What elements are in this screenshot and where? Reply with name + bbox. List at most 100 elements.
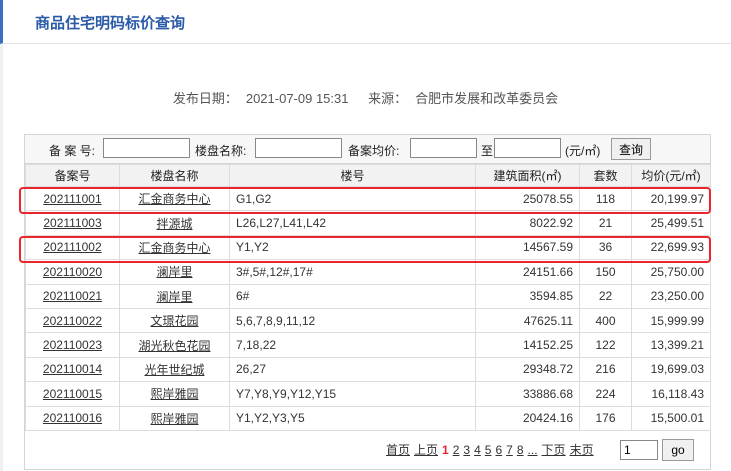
price-from-input[interactable] — [410, 138, 477, 158]
cell-building: 3#,5#,12#,17# — [229, 259, 476, 285]
last-page-link[interactable]: 末页 — [570, 443, 594, 457]
table-row: 202110015 熙岸雅园 Y7,Y8,Y9,Y12,Y15 33886.68 224… — [25, 381, 711, 407]
publish-meta: 发布日期： 2021-07-09 15:31 来源： 合肥市发展和改革委员会 — [0, 88, 731, 107]
date-label: 发布日期： — [172, 91, 238, 106]
next-page-link[interactable]: 下页 — [542, 443, 566, 457]
page-title: 商品住宅明码标价查询 — [35, 14, 186, 32]
table-row: 202110014 光年世纪城 26,27 29348.72 216 19,699.03 — [25, 356, 711, 383]
table-row: 202110022 文璟花园 5,6,7,8,9,11,12 47625.11 400 1… — [25, 307, 711, 334]
cell-units: 122 — [579, 332, 632, 358]
record-no-input[interactable] — [103, 138, 190, 158]
project-name-link[interactable]: 拌源城 — [156, 217, 192, 231]
table-row: 202110023 湖光秋色花园 7,18,22 14152.25 122 13,399.… — [25, 332, 711, 358]
project-name-link[interactable]: 湖光秋色花园 — [138, 339, 210, 353]
record-no-link[interactable]: 202110022 — [43, 314, 102, 328]
project-name-link[interactable]: 熙岸雅园 — [150, 387, 198, 401]
left-divider — [0, 44, 3, 471]
record-no-link[interactable]: 202110014 — [43, 362, 102, 376]
page-link[interactable]: 8 — [517, 443, 524, 457]
cell-name: 湖光秋色花园 — [119, 332, 230, 358]
col-building: 楼号 — [229, 164, 476, 187]
source-label: 来源： — [368, 91, 408, 106]
unit-label: (元/㎡) — [565, 144, 601, 158]
pagination: 首页上页 12345678... 下页末页 go — [386, 439, 694, 461]
page-link[interactable]: 7 — [506, 443, 513, 457]
cell-area: 14152.25 — [475, 332, 580, 358]
cell-avg-price: 25,499.51 — [631, 210, 711, 236]
table-header-row: 备案号 楼盘名称 楼号 建筑面积(㎡) 套数 均价(元/㎡) — [25, 164, 711, 187]
cell-avg-price: 19,699.03 — [631, 356, 711, 383]
publish-date: 发布日期： 2021-07-09 15:31 — [169, 91, 353, 106]
cell-name: 光年世纪城 — [119, 356, 230, 383]
current-page: 1 — [442, 443, 449, 457]
price-to-input[interactable] — [494, 138, 561, 158]
prev-page-link[interactable]: 上页 — [414, 443, 438, 457]
col-avg-price: 均价(元/㎡) — [631, 164, 711, 187]
cell-record-no: 202110020 — [25, 259, 120, 285]
page-link[interactable]: 3 — [463, 443, 470, 457]
go-button[interactable]: go — [662, 439, 694, 461]
cell-avg-price: 23,250.00 — [631, 283, 711, 309]
cell-area: 24151.66 — [475, 259, 580, 285]
page-link[interactable]: 5 — [485, 443, 492, 457]
record-no-link[interactable]: 202111003 — [43, 216, 101, 230]
cell-avg-price: 15,500.01 — [631, 405, 711, 431]
cell-units: 216 — [579, 356, 632, 383]
cell-units: 176 — [579, 405, 632, 431]
name-label: 楼盘名称: — [195, 144, 247, 158]
goto-page-input[interactable] — [620, 440, 658, 460]
col-name: 楼盘名称 — [119, 164, 230, 187]
cell-record-no: 202110021 — [25, 283, 120, 309]
page-header: 商品住宅明码标价查询 — [0, 0, 731, 44]
table-row: 202110016 熙岸雅园 Y1,Y2,Y3,Y5 20424.16 176 15,50… — [25, 405, 711, 431]
record-no-link[interactable]: 202110016 — [43, 411, 102, 425]
col-area: 建筑面积(㎡) — [475, 164, 580, 187]
cell-area: 3594.85 — [475, 283, 580, 309]
cell-record-no: 202110023 — [25, 332, 120, 358]
cell-building: 26,27 — [229, 356, 476, 383]
record-no-link[interactable]: 202110015 — [43, 387, 102, 401]
page-link[interactable]: 6 — [495, 443, 502, 457]
project-name-link[interactable]: 文璟花园 — [150, 314, 198, 328]
cell-avg-price: 15,999.99 — [631, 307, 711, 334]
cell-building: 6# — [229, 283, 476, 309]
name-input[interactable] — [255, 138, 342, 158]
cell-area: 8022.92 — [475, 210, 580, 236]
cell-units: 400 — [579, 307, 632, 334]
project-name-link[interactable]: 澜岸里 — [156, 265, 192, 279]
project-name-link[interactable]: 澜岸里 — [156, 290, 192, 304]
project-name-link[interactable]: 光年世纪城 — [144, 363, 204, 377]
highlight-box — [19, 187, 711, 214]
cell-name: 熙岸雅园 — [119, 381, 230, 407]
page-link[interactable]: 4 — [474, 443, 481, 457]
cell-units: 22 — [579, 283, 632, 309]
record-no-link[interactable]: 202110021 — [43, 289, 102, 303]
cell-name: 澜岸里 — [119, 283, 230, 309]
cell-building: 5,6,7,8,9,11,12 — [229, 307, 476, 334]
record-no-link[interactable]: 202110023 — [43, 338, 102, 352]
date-value: 2021-07-09 15:31 — [245, 91, 349, 106]
cell-record-no: 202110016 — [25, 405, 120, 431]
publish-source: 来源： 合肥市发展和改革委员会 — [364, 91, 562, 106]
cell-name: 文璟花园 — [119, 307, 230, 334]
cell-area: 47625.11 — [475, 307, 580, 334]
project-name-link[interactable]: 熙岸雅园 — [150, 412, 198, 426]
cell-units: 21 — [579, 210, 632, 236]
more-pages-link[interactable]: ... — [528, 443, 538, 457]
col-units: 套数 — [579, 164, 632, 187]
cell-avg-price: 13,399.21 — [631, 332, 711, 358]
cell-record-no: 202111003 — [25, 210, 120, 236]
col-record-no: 备案号 — [25, 164, 120, 187]
record-no-label: 备 案 号: — [49, 144, 96, 158]
cell-building: 7,18,22 — [229, 332, 476, 358]
cell-area: 29348.72 — [475, 356, 580, 383]
cell-building: Y1,Y2,Y3,Y5 — [229, 405, 476, 431]
query-button[interactable]: 查询 — [611, 138, 651, 160]
record-no-link[interactable]: 202110020 — [43, 265, 102, 279]
search-bar: 备 案 号: 楼盘名称: 备案均价: 至 (元/㎡) 查询 — [25, 135, 710, 164]
cell-name: 熙岸雅园 — [119, 405, 230, 431]
cell-building: L26,L27,L41,L42 — [229, 210, 476, 236]
first-page-link[interactable]: 首页 — [386, 443, 410, 457]
cell-area: 33886.68 — [475, 381, 580, 407]
page-link[interactable]: 2 — [453, 443, 460, 457]
